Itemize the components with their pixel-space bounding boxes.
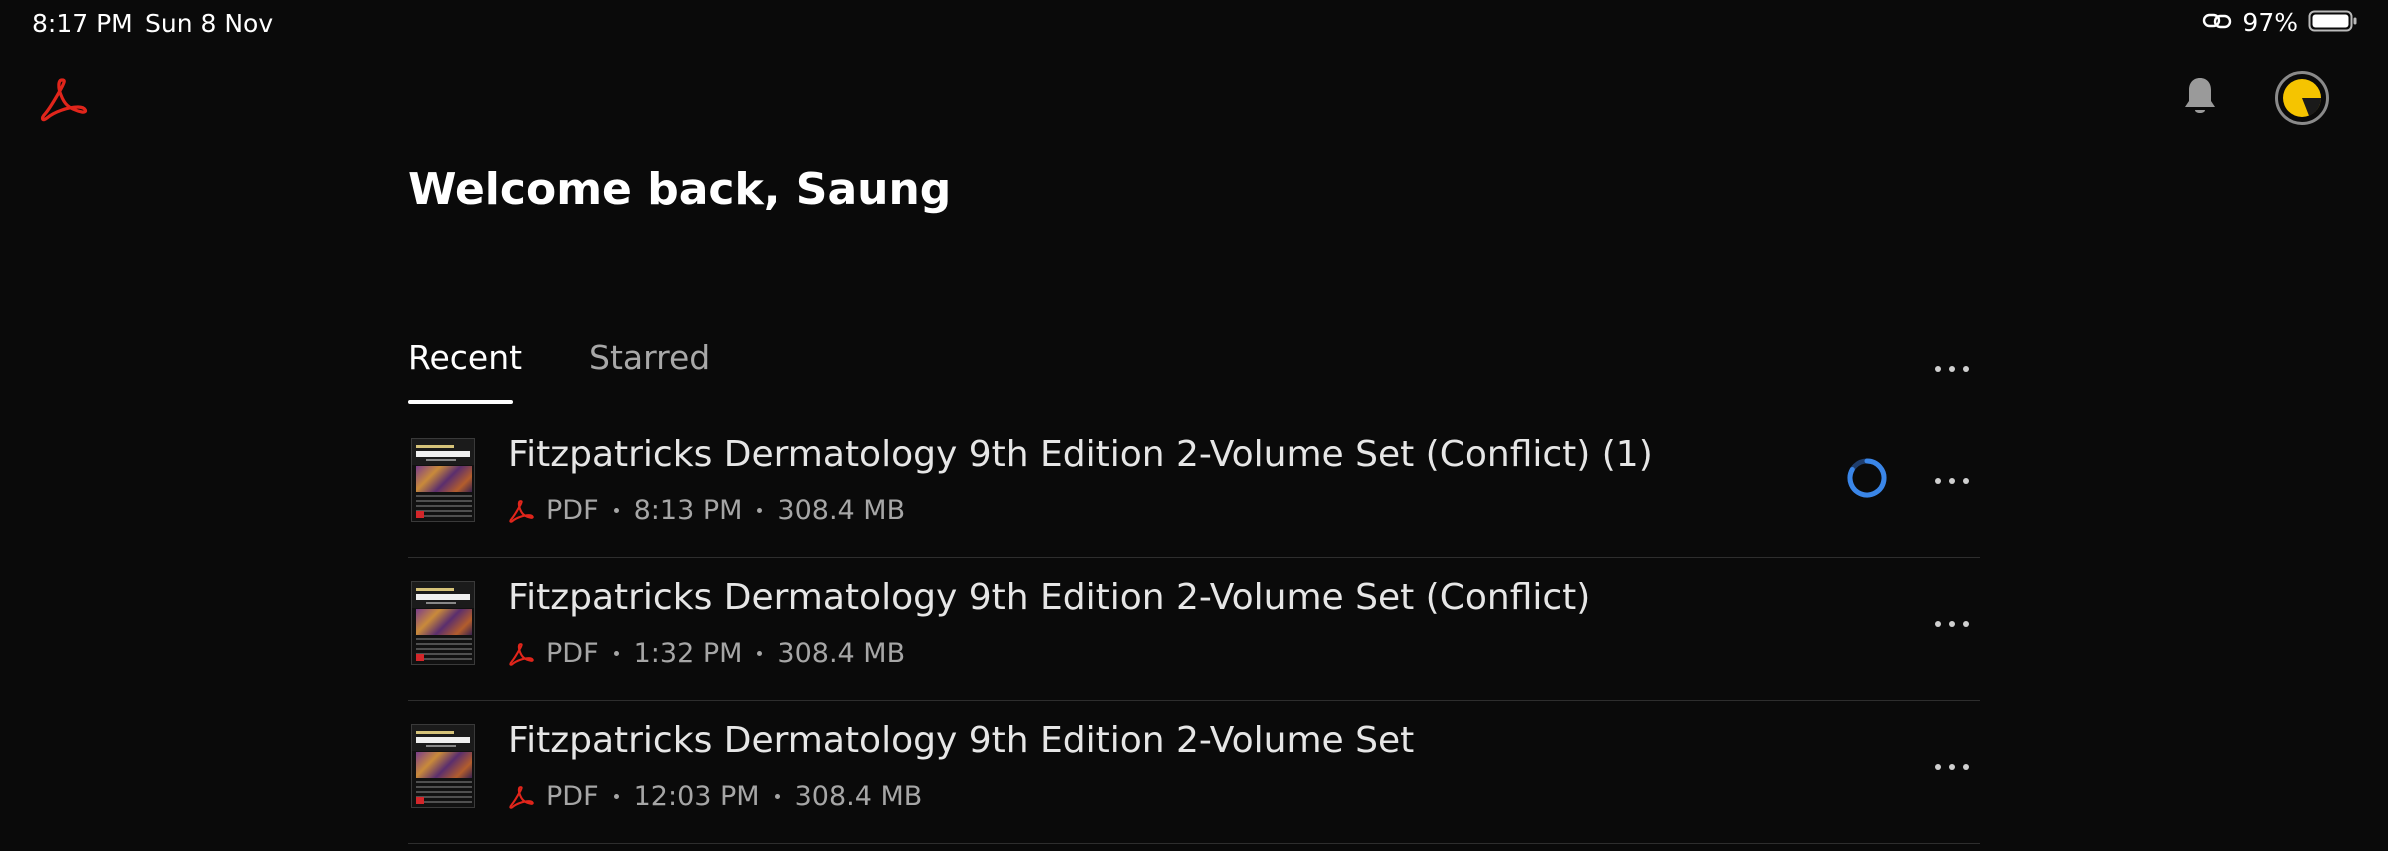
file-thumbnail bbox=[411, 581, 475, 665]
battery-icon bbox=[2308, 9, 2358, 37]
file-title: Fitzpatricks Dermatology 9th Edition 2-V… bbox=[508, 720, 1415, 761]
file-meta: PDF 8:13 PM 308.4 MB bbox=[508, 495, 905, 526]
separator-dot bbox=[757, 651, 763, 656]
file-size: 308.4 MB bbox=[777, 638, 906, 669]
tab-starred[interactable]: Starred bbox=[589, 338, 710, 377]
file-time: 8:13 PM bbox=[633, 495, 743, 526]
status-right: 97% bbox=[2202, 8, 2358, 37]
status-date: Sun 8 Nov bbox=[145, 9, 274, 38]
file-meta: PDF 12:03 PM 308.4 MB bbox=[508, 781, 922, 812]
avatar-icon bbox=[2283, 79, 2321, 117]
pdf-icon bbox=[509, 785, 534, 809]
acrobat-logo-icon[interactable] bbox=[38, 74, 88, 124]
pdf-icon bbox=[509, 499, 534, 523]
bell-icon[interactable] bbox=[2180, 74, 2220, 118]
list-item[interactable]: Fitzpatricks Dermatology 9th Edition 2-V… bbox=[408, 700, 1980, 844]
battery-percent: 97% bbox=[2242, 8, 2298, 37]
status-time: 8:17 PM bbox=[32, 9, 133, 38]
file-type: PDF bbox=[546, 495, 599, 526]
separator-dot bbox=[613, 651, 619, 656]
separator-dot bbox=[613, 794, 619, 799]
active-tab-indicator bbox=[408, 400, 513, 404]
avatar[interactable] bbox=[2275, 71, 2329, 125]
file-thumbnail bbox=[411, 438, 475, 522]
file-time: 12:03 PM bbox=[633, 781, 760, 812]
file-more-button[interactable] bbox=[1935, 476, 1969, 486]
file-title: Fitzpatricks Dermatology 9th Edition 2-V… bbox=[508, 434, 1653, 475]
separator-dot bbox=[774, 794, 780, 799]
pdf-icon bbox=[509, 642, 534, 666]
page-title: Welcome back, Saung bbox=[408, 164, 952, 215]
list-item[interactable]: Fitzpatricks Dermatology 9th Edition 2-V… bbox=[408, 557, 1980, 701]
file-size: 308.4 MB bbox=[777, 495, 906, 526]
sync-spinner-icon bbox=[1846, 457, 1888, 499]
file-more-button[interactable] bbox=[1935, 762, 1969, 772]
file-type: PDF bbox=[546, 638, 599, 669]
file-time: 1:32 PM bbox=[633, 638, 743, 669]
list-item[interactable]: Fitzpatricks Dermatology 9th Edition 2-V… bbox=[408, 414, 1980, 558]
separator-dot bbox=[613, 508, 619, 513]
status-bar: 8:17 PM Sun 8 Nov 97% bbox=[0, 0, 2388, 48]
file-size: 308.4 MB bbox=[794, 781, 923, 812]
file-more-button[interactable] bbox=[1935, 619, 1969, 629]
file-type: PDF bbox=[546, 781, 599, 812]
link-icon bbox=[2202, 10, 2232, 36]
file-title: Fitzpatricks Dermatology 9th Edition 2-V… bbox=[508, 577, 1591, 618]
tab-recent[interactable]: Recent bbox=[408, 338, 522, 377]
file-thumbnail bbox=[411, 724, 475, 808]
list-more-button[interactable] bbox=[1935, 364, 1969, 374]
separator-dot bbox=[757, 508, 763, 513]
file-meta: PDF 1:32 PM 308.4 MB bbox=[508, 638, 905, 669]
